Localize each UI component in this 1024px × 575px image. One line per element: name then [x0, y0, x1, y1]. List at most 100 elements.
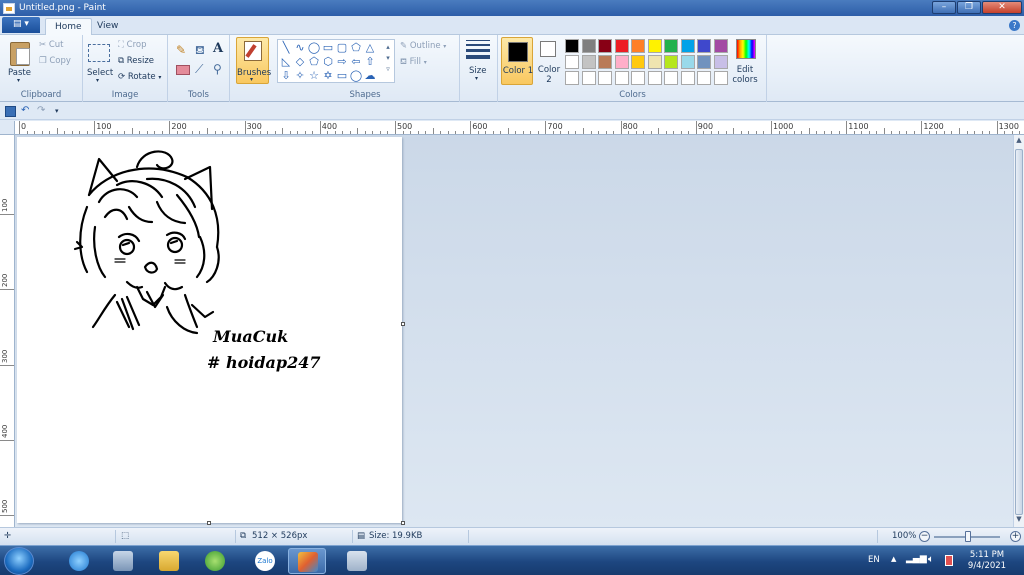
crop-button[interactable]: ⛶ Crop — [118, 40, 147, 50]
save-icon[interactable] — [5, 106, 16, 117]
line-shape-icon[interactable]: ╲ — [279, 42, 293, 53]
ruler-minor-tick — [139, 131, 141, 134]
scroll-up-icon[interactable]: ▲ — [1014, 136, 1024, 147]
fill-bucket-icon[interactable]: ⛾ — [195, 43, 209, 57]
select-button[interactable]: Select ▾ — [83, 37, 115, 85]
chevron-down-icon: ▾ — [158, 74, 162, 81]
ruler-minor-tick — [214, 131, 216, 134]
brushes-button[interactable]: Brushes ▾ — [236, 37, 271, 84]
chevron-down-icon: ▾ — [423, 59, 427, 66]
tab-view[interactable]: View — [88, 18, 127, 35]
right-triangle-shape-icon[interactable]: ◺ — [279, 56, 293, 67]
rounded-rectangle-shape-icon[interactable]: ▢ — [335, 42, 349, 53]
taskbar-calculator[interactable] — [338, 548, 376, 574]
minimize-button[interactable]: – — [932, 1, 956, 14]
fill-button[interactable]: ⛾ Fill ▾ — [400, 57, 427, 68]
resize-label: Resize — [126, 56, 155, 66]
drawing-canvas[interactable]: MuaCuk # hoidap247 — [17, 137, 405, 525]
paste-button[interactable]: Paste ▾ — [4, 37, 36, 85]
language-indicator[interactable]: EN — [868, 555, 880, 575]
ruler-minor-tick — [237, 131, 239, 134]
size-lines-icon[interactable] — [466, 40, 490, 60]
tab-home[interactable]: Home — [45, 18, 92, 35]
canvas-resize-handle-bottom[interactable] — [207, 521, 211, 525]
callout-rect-shape-icon[interactable]: ▭ — [335, 70, 349, 81]
callout-oval-shape-icon[interactable]: ◯ — [349, 70, 363, 81]
ruler-tick — [620, 121, 622, 134]
zoom-in-button[interactable]: + — [1010, 531, 1021, 542]
ruler-minor-tick — [733, 128, 735, 134]
start-button[interactable] — [4, 547, 34, 575]
ruler-minor-tick — [635, 131, 637, 134]
help-icon[interactable]: ? — [1009, 20, 1020, 31]
zoom-out-button[interactable]: − — [919, 531, 930, 542]
ruler-minor-tick — [312, 131, 314, 134]
redo-icon[interactable]: ↷ — [37, 106, 48, 117]
ruler-label: 200 — [171, 122, 187, 131]
outline-button[interactable]: ✎ Outline ▾ — [400, 41, 446, 51]
folder-icon — [159, 551, 179, 571]
volume-icon[interactable]: 🔈︎ — [928, 554, 934, 575]
oval-shape-icon[interactable]: ◯ — [307, 42, 321, 53]
ruler-minor-tick — [838, 131, 840, 134]
vertical-scrollbar[interactable]: ▲ ▼ — [1013, 135, 1024, 527]
file-menu-button[interactable]: ▤ ▾ — [2, 17, 40, 33]
paint-app-icon[interactable] — [3, 2, 15, 14]
qat-customize-icon[interactable]: ▾ — [55, 106, 66, 117]
magnifier-icon[interactable]: ⚲ — [213, 62, 227, 76]
canvas-resize-handle-right[interactable] — [401, 322, 405, 326]
four-point-star-shape-icon[interactable]: ✧ — [293, 70, 307, 81]
ruler-tick — [169, 121, 171, 134]
copy-button[interactable]: ❐ Copy — [39, 56, 71, 66]
rectangle-shape-icon[interactable]: ▭ — [321, 42, 335, 53]
polygon-shape-icon[interactable]: ⬠ — [349, 42, 363, 53]
pentagon-shape-icon[interactable]: ⬠ — [307, 56, 321, 67]
triangle-shape-icon[interactable]: △ — [363, 42, 377, 53]
ruler-minor-tick — [936, 131, 938, 134]
chevron-down-icon: ▾ — [475, 75, 479, 82]
color-picker-icon[interactable]: ⟋ — [195, 62, 209, 76]
close-button[interactable]: ✕ — [982, 1, 1022, 14]
ruler-minor-tick — [537, 131, 539, 134]
cloud-callout-shape-icon[interactable]: ☁ — [363, 70, 377, 81]
taskbar-app-green[interactable] — [196, 548, 234, 574]
ruler-minor-tick — [868, 131, 870, 134]
text-tool-icon[interactable]: A — [213, 41, 227, 56]
network-icon[interactable]: ▂▄▆ — [906, 554, 927, 575]
six-point-star-shape-icon[interactable]: ✡ — [321, 70, 335, 81]
undo-icon[interactable]: ↶ — [21, 106, 32, 117]
left-arrow-shape-icon[interactable]: ⇦ — [349, 56, 363, 67]
hexagon-shape-icon[interactable]: ⬡ — [321, 56, 335, 67]
cut-button[interactable]: ✂ Cut — [39, 40, 63, 50]
eraser-icon[interactable] — [176, 65, 190, 75]
show-hidden-icons[interactable]: ▲ — [891, 555, 896, 575]
ruler-minor-tick — [417, 131, 419, 134]
shapes-scroll-icon[interactable]: ▴ ▾ ▿ — [383, 42, 393, 75]
five-point-star-shape-icon[interactable]: ☆ — [307, 70, 321, 81]
taskbar-paint[interactable] — [288, 548, 326, 574]
system-clock[interactable]: 5:11 PM 9/4/2021 — [962, 550, 1012, 572]
up-arrow-shape-icon[interactable]: ⇧ — [363, 56, 377, 67]
canvas-size-value: 512 × 526px — [252, 531, 308, 541]
scroll-down-icon[interactable]: ▼ — [1014, 515, 1024, 526]
ruler-minor-tick — [688, 131, 690, 134]
taskbar-computer[interactable] — [104, 548, 142, 574]
battery-icon[interactable] — [945, 555, 953, 566]
zoom-slider-thumb[interactable] — [965, 531, 971, 542]
resize-button[interactable]: ⧉ Resize — [118, 56, 154, 66]
taskbar-explorer[interactable] — [150, 548, 188, 574]
curve-shape-icon[interactable]: ∿ — [293, 42, 307, 53]
pencil-icon[interactable]: ✎ — [176, 43, 190, 57]
file-size-value: Size: 19.9KB — [369, 531, 423, 541]
rotate-button[interactable]: ⟳ Rotate ▾ — [118, 72, 161, 82]
taskbar-ie[interactable] — [60, 548, 98, 574]
down-arrow-shape-icon[interactable]: ⇩ — [279, 70, 293, 81]
right-arrow-shape-icon[interactable]: ⇨ — [335, 56, 349, 67]
outline-icon: ✎ — [400, 41, 408, 51]
maximize-button[interactable]: ❐ — [957, 1, 981, 14]
ruler-tick — [0, 515, 14, 516]
scrollbar-thumb[interactable] — [1015, 149, 1023, 515]
taskbar-zalo[interactable]: Zalo — [246, 548, 284, 574]
diamond-shape-icon[interactable]: ◇ — [293, 56, 307, 67]
canvas-resize-handle-corner[interactable] — [401, 521, 405, 525]
